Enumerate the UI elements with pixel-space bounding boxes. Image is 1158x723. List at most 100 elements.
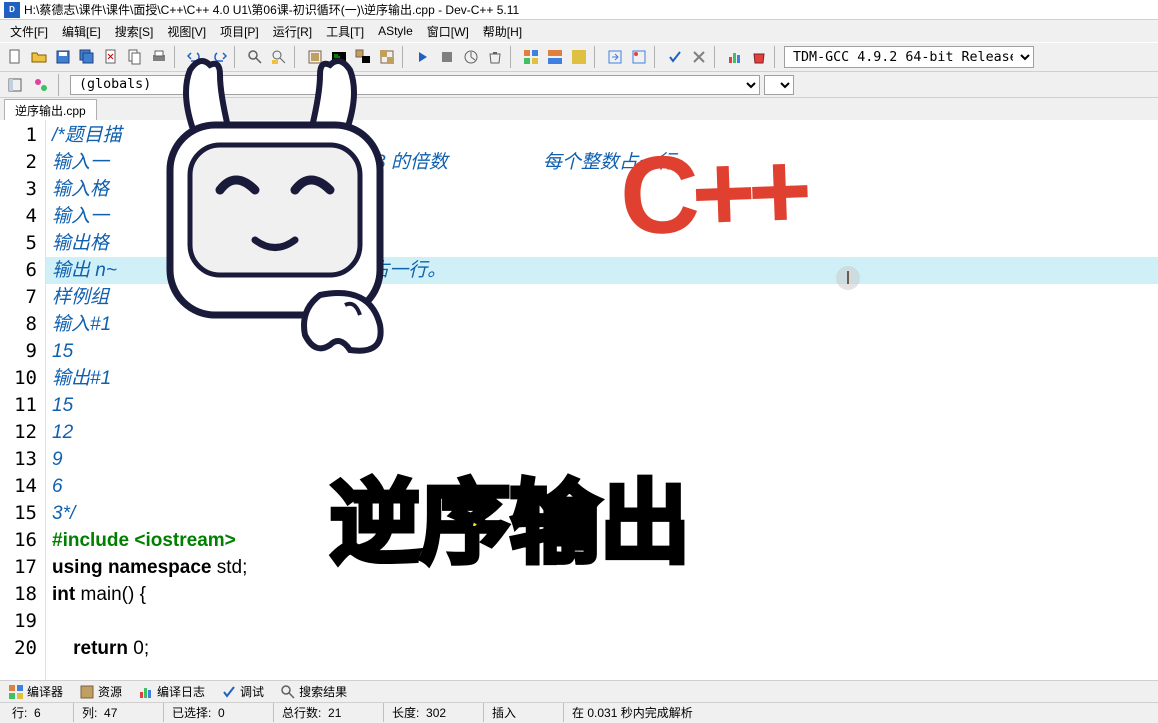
run-button[interactable] (328, 46, 350, 68)
close-all-button[interactable] (124, 46, 146, 68)
goto-button[interactable] (604, 46, 626, 68)
new-file-button[interactable] (4, 46, 26, 68)
toggle-panel-button[interactable] (4, 74, 26, 96)
profile-button[interactable] (460, 46, 482, 68)
trash-button[interactable] (748, 46, 770, 68)
line-gutter: 1234567891011121314151617181920 (0, 120, 46, 680)
bottom-tab-compile-log[interactable]: 编译日志 (134, 681, 209, 702)
tab-file[interactable]: 逆序输出.cpp (4, 99, 97, 121)
titlebar: D H:\蔡德志\课件\课件\面授\C++\C++ 4.0 U1\第06课-初识… (0, 0, 1158, 20)
code-line[interactable]: 输出 n~ ，每个整数占一行。 (46, 257, 1158, 284)
line-number: 8 (0, 311, 45, 338)
code-line[interactable]: using namespace std; (46, 554, 1158, 581)
menu-view[interactable]: 视图[V] (161, 21, 212, 42)
layout2-button[interactable] (544, 46, 566, 68)
code-line[interactable] (46, 608, 1158, 635)
code-line[interactable]: 输入一 间满足是 3 的倍数 每个整数占一行。 (46, 149, 1158, 176)
line-number: 18 (0, 581, 45, 608)
debug-button[interactable] (412, 46, 434, 68)
save-all-button[interactable] (76, 46, 98, 68)
compile-run-button[interactable] (352, 46, 374, 68)
undo-button[interactable] (184, 46, 206, 68)
replace-button[interactable] (268, 46, 290, 68)
bottom-tab-debug[interactable]: 调试 (217, 681, 268, 702)
line-number: 14 (0, 473, 45, 500)
code-line[interactable]: return 0; (46, 635, 1158, 662)
bottom-tab-search-results[interactable]: 搜索结果 (276, 681, 351, 702)
line-number: 13 (0, 446, 45, 473)
class-browser-button[interactable] (30, 74, 52, 96)
menu-astyle[interactable]: AStyle (372, 22, 419, 40)
code-line[interactable]: 输入一 (46, 203, 1158, 230)
check-button[interactable] (664, 46, 686, 68)
cancel-button[interactable] (688, 46, 710, 68)
menu-edit[interactable]: 编辑[E] (56, 21, 107, 42)
editor-area[interactable]: 1234567891011121314151617181920 /*题目描输入一… (0, 120, 1158, 680)
menu-search[interactable]: 搜索[S] (109, 21, 160, 42)
compiler-select[interactable]: TDM-GCC 4.9.2 64-bit Release (784, 46, 1034, 68)
statusbar: 行: 6 列: 47 已选择: 0 总行数: 21 长度: 302 插入 在 0… (0, 702, 1158, 722)
close-button[interactable] (100, 46, 122, 68)
app-icon: D (4, 2, 20, 18)
line-number: 6 (0, 257, 45, 284)
print-button[interactable] (148, 46, 170, 68)
chart-button[interactable] (724, 46, 746, 68)
menu-window[interactable]: 窗口[W] (421, 21, 475, 42)
bottom-tab-compiler[interactable]: 编译器 (4, 681, 67, 702)
menubar: 文件[F] 编辑[E] 搜索[S] 视图[V] 项目[P] 运行[R] 工具[T… (0, 20, 1158, 42)
line-number: 9 (0, 338, 45, 365)
menu-tools[interactable]: 工具[T] (320, 21, 370, 42)
menu-run[interactable]: 运行[R] (267, 21, 318, 42)
save-button[interactable] (52, 46, 74, 68)
search-results-icon (280, 684, 296, 700)
line-number: 10 (0, 365, 45, 392)
line-number: 19 (0, 608, 45, 635)
code-line[interactable]: 15 (46, 392, 1158, 419)
code-content[interactable]: /*题目描输入一 间满足是 3 的倍数 每个整数占一行。输入格输入一输出格输出 … (46, 120, 1158, 680)
layout1-button[interactable] (520, 46, 542, 68)
code-line[interactable]: 输入#1 (46, 311, 1158, 338)
code-line[interactable]: 15 (46, 338, 1158, 365)
menu-help[interactable]: 帮助[H] (477, 21, 528, 42)
code-line[interactable]: 9 (46, 446, 1158, 473)
menu-file[interactable]: 文件[F] (4, 21, 54, 42)
status-len: 长度: 302 (384, 703, 484, 722)
editor-tabbar: 逆序输出.cpp (0, 98, 1158, 120)
code-line[interactable]: 3*/ (46, 500, 1158, 527)
code-line[interactable]: int main() { (46, 581, 1158, 608)
layout3-button[interactable] (568, 46, 590, 68)
status-parse: 在 0.031 秒内完成解析 (564, 703, 1154, 722)
code-line[interactable]: 样例组 (46, 284, 1158, 311)
line-number: 5 (0, 230, 45, 257)
line-number: 15 (0, 500, 45, 527)
bookmark-button[interactable] (628, 46, 650, 68)
scope-select[interactable]: (globals) (70, 75, 760, 95)
code-line[interactable]: /*题目描 (46, 122, 1158, 149)
redo-button[interactable] (208, 46, 230, 68)
code-line[interactable]: 6 (46, 473, 1158, 500)
window-title: H:\蔡德志\课件\课件\面授\C++\C++ 4.0 U1\第06课-初识循环… (24, 1, 519, 18)
find-button[interactable] (244, 46, 266, 68)
code-line[interactable]: #include <iostream> (46, 527, 1158, 554)
stop-button[interactable] (436, 46, 458, 68)
line-number: 17 (0, 554, 45, 581)
line-number: 12 (0, 419, 45, 446)
status-sel: 已选择: 0 (164, 703, 274, 722)
bottom-tabs: 编译器 资源 编译日志 调试 搜索结果 (0, 680, 1158, 702)
member-select[interactable] (764, 75, 794, 95)
bottom-tab-resources[interactable]: 资源 (75, 681, 126, 702)
line-number: 7 (0, 284, 45, 311)
rebuild-button[interactable] (376, 46, 398, 68)
code-line[interactable]: 输出格 (46, 230, 1158, 257)
line-number: 11 (0, 392, 45, 419)
compile-button[interactable] (304, 46, 326, 68)
code-line[interactable]: 输出#1 (46, 365, 1158, 392)
open-button[interactable] (28, 46, 50, 68)
clean-button[interactable] (484, 46, 506, 68)
code-line[interactable]: 12 (46, 419, 1158, 446)
menu-project[interactable]: 项目[P] (214, 21, 265, 42)
toolbar-main: TDM-GCC 4.9.2 64-bit Release (0, 42, 1158, 72)
line-number: 4 (0, 203, 45, 230)
code-line[interactable]: 输入格 (46, 176, 1158, 203)
toolbar-secondary: (globals) (0, 72, 1158, 98)
